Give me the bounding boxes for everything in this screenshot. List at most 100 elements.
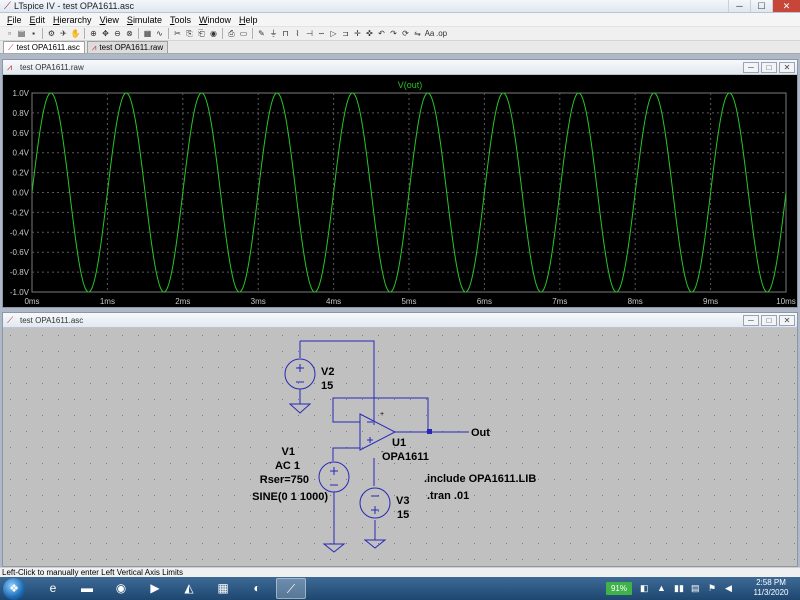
schematic-window-titlebar[interactable]: ⟋ test OPA1611.asc ─ □ ✕ [3,313,797,328]
zoom-out-icon[interactable]: ⊖ [112,28,123,39]
tab-schematic[interactable]: ⟋ test OPA1611.asc [3,41,85,53]
menu-hierarchy[interactable]: Hierarchy [49,14,96,26]
copy-icon[interactable]: ⎘ [184,28,195,39]
waveform-window-titlebar[interactable]: ⩘ test OPA1611.raw ─ □ ✕ [3,60,797,75]
draw-wire-icon[interactable]: ✎ [256,28,267,39]
capacitor-icon[interactable]: ⊣ [304,28,315,39]
menu-file[interactable]: File [3,14,26,26]
zoom-in-icon[interactable]: ⊕ [88,28,99,39]
label-net-icon[interactable]: ⊓ [280,28,291,39]
halt-icon[interactable]: ✋ [70,28,81,39]
x-tick-label[interactable]: 2ms [175,297,190,306]
y-tick-label[interactable]: 0.6V [13,129,30,138]
volume-icon[interactable]: ◀ [725,582,732,595]
maximize-button[interactable]: ☐ [750,0,772,12]
x-tick-label[interactable]: 3ms [251,297,266,306]
x-tick-label[interactable]: 8ms [628,297,643,306]
battery-indicator[interactable]: 91% [606,582,632,595]
schematic-close-button[interactable]: ✕ [779,315,795,326]
x-tick-label[interactable]: 9ms [703,297,718,306]
y-tick-label[interactable]: 0.4V [13,149,30,158]
cat-app-icon[interactable]: ◭ [174,578,204,599]
v1-rser-label[interactable]: Rser=750 [260,474,309,486]
autorange-icon[interactable]: ▦ [142,28,153,39]
control-panel-icon[interactable]: ⚙ [46,28,57,39]
tran-directive[interactable]: .tran .01 [427,490,469,502]
firefox-icon[interactable]: ◉ [106,578,136,599]
y-tick-label[interactable]: -1.0V [10,288,30,297]
network-icon[interactable]: ▤ [691,582,700,595]
explorer-icon[interactable]: e [38,578,68,599]
y-tick-label[interactable]: 0.2V [13,169,30,178]
resistor-icon[interactable]: ⌇ [292,28,303,39]
v2-name-label[interactable]: V2 [321,366,334,378]
y-tick-label[interactable]: -0.8V [10,268,30,277]
keyboard-icon[interactable]: ◧ [640,582,649,595]
ltspice-icon[interactable]: ⟋ [276,578,306,599]
trace-label[interactable]: V(out) [398,80,423,90]
mirror-icon[interactable]: ⇋ [412,28,423,39]
tab-waveform[interactable]: ⩘ test OPA1611.raw [86,41,169,53]
zoom-fit-icon[interactable]: ⊗ [124,28,135,39]
y-tick-label[interactable]: 0.0V [13,189,30,198]
signal-icon[interactable]: ▮▮ [674,582,684,595]
x-tick-label[interactable]: 5ms [401,297,416,306]
out-net-label[interactable]: Out [471,427,490,439]
y-tick-label[interactable]: 0.8V [13,109,30,118]
text-icon[interactable]: Aa [424,28,435,39]
menu-window[interactable]: Window [195,14,235,26]
menu-simulate[interactable]: Simulate [123,14,166,26]
flag-icon[interactable]: ⚑ [708,582,716,595]
pan-icon[interactable]: ✥ [100,28,111,39]
run-icon[interactable]: ✈ [58,28,69,39]
ground-icon[interactable]: ⏚ [268,28,279,39]
v1-name-label[interactable]: V1 [282,446,295,458]
waveform-close-button[interactable]: ✕ [779,62,795,73]
rotate-icon[interactable]: ⟳ [400,28,411,39]
new-schematic-icon[interactable]: ▫ [4,28,15,39]
close-button[interactable]: ✕ [772,0,800,12]
show-hidden-icon[interactable]: ▲ [657,582,666,595]
v3-value-label[interactable]: 15 [397,509,409,521]
undo-icon[interactable]: ↶ [376,28,387,39]
component-icon[interactable]: ⊐ [340,28,351,39]
menu-help[interactable]: Help [235,14,262,26]
waveform-minimize-button[interactable]: ─ [743,62,759,73]
y-tick-label[interactable]: -0.2V [10,208,30,217]
y-tick-label[interactable]: -0.4V [10,228,30,237]
inductor-icon[interactable]: ∽ [316,28,327,39]
start-button[interactable]: ❖ [3,578,25,600]
find-icon[interactable]: ◉ [208,28,219,39]
schematic-minimize-button[interactable]: ─ [743,315,759,326]
cut-icon[interactable]: ✂ [172,28,183,39]
y-tick-label[interactable]: -0.6V [10,248,30,257]
y-tick-label[interactable]: 1.0V [13,89,30,98]
redo-icon[interactable]: ↷ [388,28,399,39]
minimize-button[interactable]: ─ [728,0,750,12]
waveform-plot[interactable]: 1.0V 0.8V 0.6V 0.4V 0.2V 0.0V -0.2V -0.4V -0.6V -… [3,75,797,307]
v3-name-label[interactable]: V3 [396,495,409,507]
move-icon[interactable]: ✛ [352,28,363,39]
x-tick-label[interactable]: 7ms [552,297,567,306]
save-icon[interactable]: ▪ [28,28,39,39]
x-tick-label[interactable]: 0ms [24,297,39,306]
open-icon[interactable]: ▤ [16,28,27,39]
print-icon[interactable]: ⎙ [226,28,237,39]
spice-directive-icon[interactable]: .op [436,28,447,39]
menu-edit[interactable]: Edit [26,14,50,26]
v1-sine-label[interactable]: SINE(0 1 1000) [252,491,328,503]
menu-tools[interactable]: Tools [166,14,195,26]
drag-icon[interactable]: ✜ [364,28,375,39]
paste-icon[interactable]: ⎗ [196,28,207,39]
waveform-icon[interactable]: ∿ [154,28,165,39]
schematic-canvas[interactable]: V2 15 + - U1 OPA1611 Out V1 AC 1 Rser=75… [3,328,797,566]
u1-name-label[interactable]: U1 [392,437,406,449]
edge-icon[interactable]: ◐ [242,578,272,599]
file-manager-icon[interactable]: ▬ [72,578,102,599]
diode-icon[interactable]: ▷ [328,28,339,39]
system-clock[interactable]: 2:58 PM 11/3/2020 [748,578,794,598]
media-player-icon[interactable]: ▶ [140,578,170,599]
x-tick-label[interactable]: 10ms [776,297,796,306]
x-tick-label[interactable]: 6ms [477,297,492,306]
calculator-icon[interactable]: ▦ [208,578,238,599]
